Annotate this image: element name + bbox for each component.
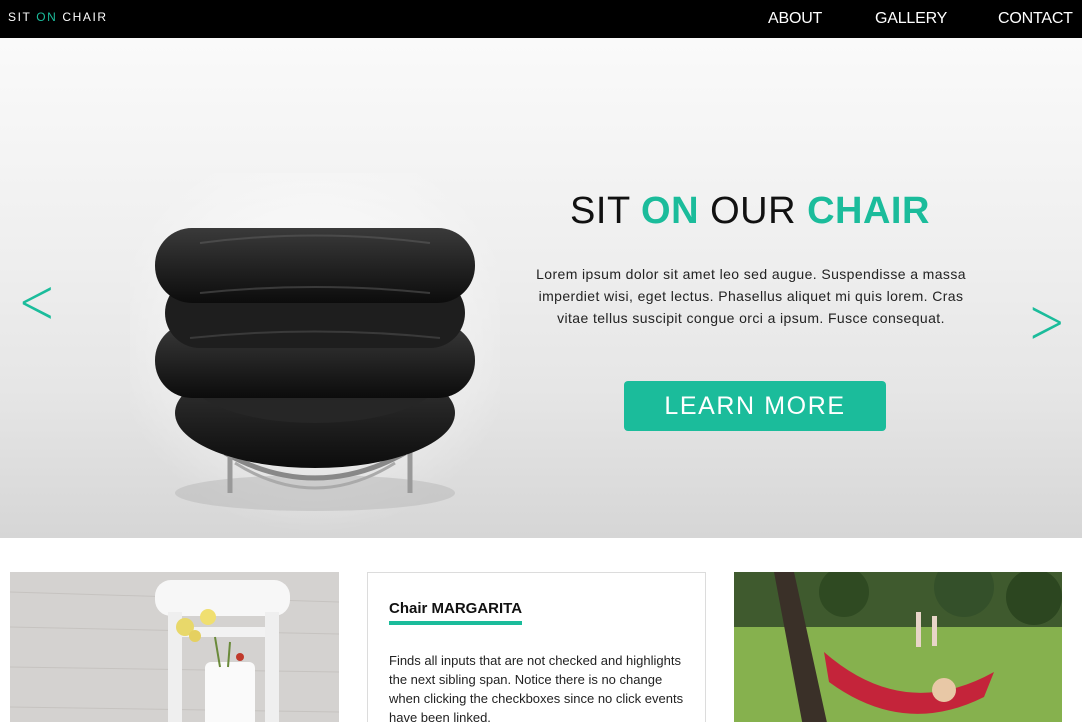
chair-image [130,173,500,533]
hero-title-sit: SIT [570,190,642,232]
site-logo[interactable]: SIT ON CHAIR [8,10,108,24]
nav-contact[interactable]: CONTACT [998,10,1073,28]
hero-title-our: OUR [699,190,808,232]
hero-title-on: ON [641,190,700,232]
nav-gallery[interactable]: GALLERY [875,10,947,28]
card-body-text: Finds all inputs that are not checked an… [389,653,684,722]
chair-info-card: Chair MARGARITA Finds all inputs that ar… [367,572,706,722]
white-chair-flowers-photo [10,572,339,722]
top-navbar: SIT ON CHAIR ABOUT GALLERY CONTACT [0,0,1082,38]
hero-slider: < SIT ON OUR CHAIR Lorem ipsum dolor sit… [0,38,1082,538]
chevron-right-icon[interactable]: > [1028,290,1066,354]
logo-part-chair: CHAIR [57,10,108,24]
nav-about[interactable]: ABOUT [768,10,822,28]
hero-title: SIT ON OUR CHAIR [530,190,970,233]
hero-title-chair: CHAIR [807,190,930,232]
card-title: Chair MARGARITA [389,600,523,625]
learn-more-button[interactable]: LEARN MORE [624,381,886,431]
chevron-left-icon[interactable]: < [18,270,56,334]
hammock-park-photo [734,572,1062,722]
logo-part-sit: SIT [8,10,37,24]
hero-description: Lorem ipsum dolor sit amet leo sed augue… [536,266,966,326]
logo-part-on: ON [36,10,58,24]
